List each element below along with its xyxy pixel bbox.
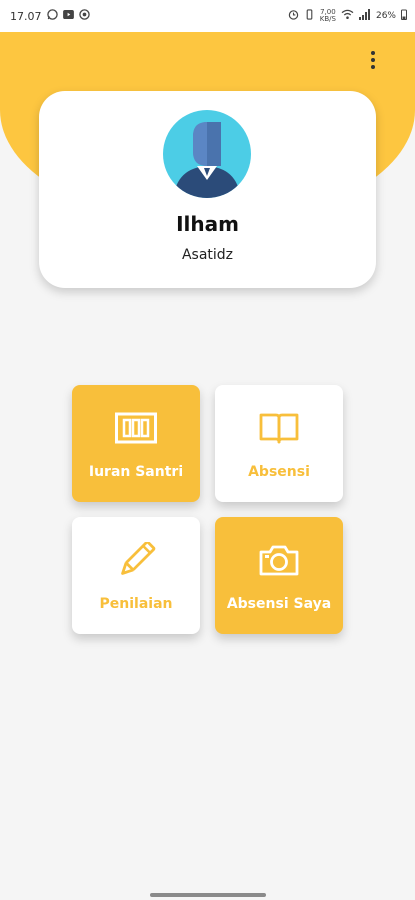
- menu-absensi-saya-button[interactable]: Absensi Saya: [215, 517, 343, 634]
- pencil-icon: [115, 540, 157, 578]
- wallet-icon: [115, 410, 157, 446]
- profile-name: Ilham: [176, 212, 239, 236]
- status-left: 17.07: [10, 9, 90, 23]
- home-indicator[interactable]: [150, 893, 266, 897]
- alarm-icon: [288, 9, 299, 23]
- vibrate-icon: [304, 9, 315, 23]
- user-avatar-icon: [163, 110, 251, 198]
- profile-role: Asatidz: [181, 247, 234, 263]
- menu-absensi-saya-label: Absensi Saya: [226, 596, 332, 612]
- signal-icon: [358, 9, 371, 23]
- youtube-icon: [62, 10, 74, 22]
- whatsapp-icon: [46, 9, 58, 23]
- menu-penilaian-label: Penilaian: [99, 596, 173, 612]
- menu-penilaian-button[interactable]: Penilaian: [72, 517, 200, 634]
- menu-absensi-label: Absensi: [248, 464, 310, 480]
- profile-card: Ilham Asatidz: [39, 91, 376, 288]
- menu-iuran-santri-label: Iuran Santri: [88, 464, 184, 480]
- camera-icon: [258, 542, 300, 578]
- status-bar: 17.07 7,00 KB/S 26%: [0, 0, 415, 32]
- sync-icon: [78, 9, 90, 23]
- wifi-icon: [341, 9, 354, 23]
- menu-iuran-santri-button[interactable]: Iuran Santri: [72, 385, 200, 502]
- data-speed-icon: 7,00 KB/S: [319, 8, 336, 23]
- status-time: 17.07: [10, 9, 42, 23]
- more-vert-icon[interactable]: [361, 48, 385, 72]
- status-right: 7,00 KB/S 26%: [288, 9, 407, 23]
- menu-absensi-button[interactable]: Absensi: [215, 385, 343, 502]
- book-icon: [258, 410, 300, 446]
- battery-level: 26%: [375, 11, 396, 21]
- battery-icon: [401, 9, 407, 23]
